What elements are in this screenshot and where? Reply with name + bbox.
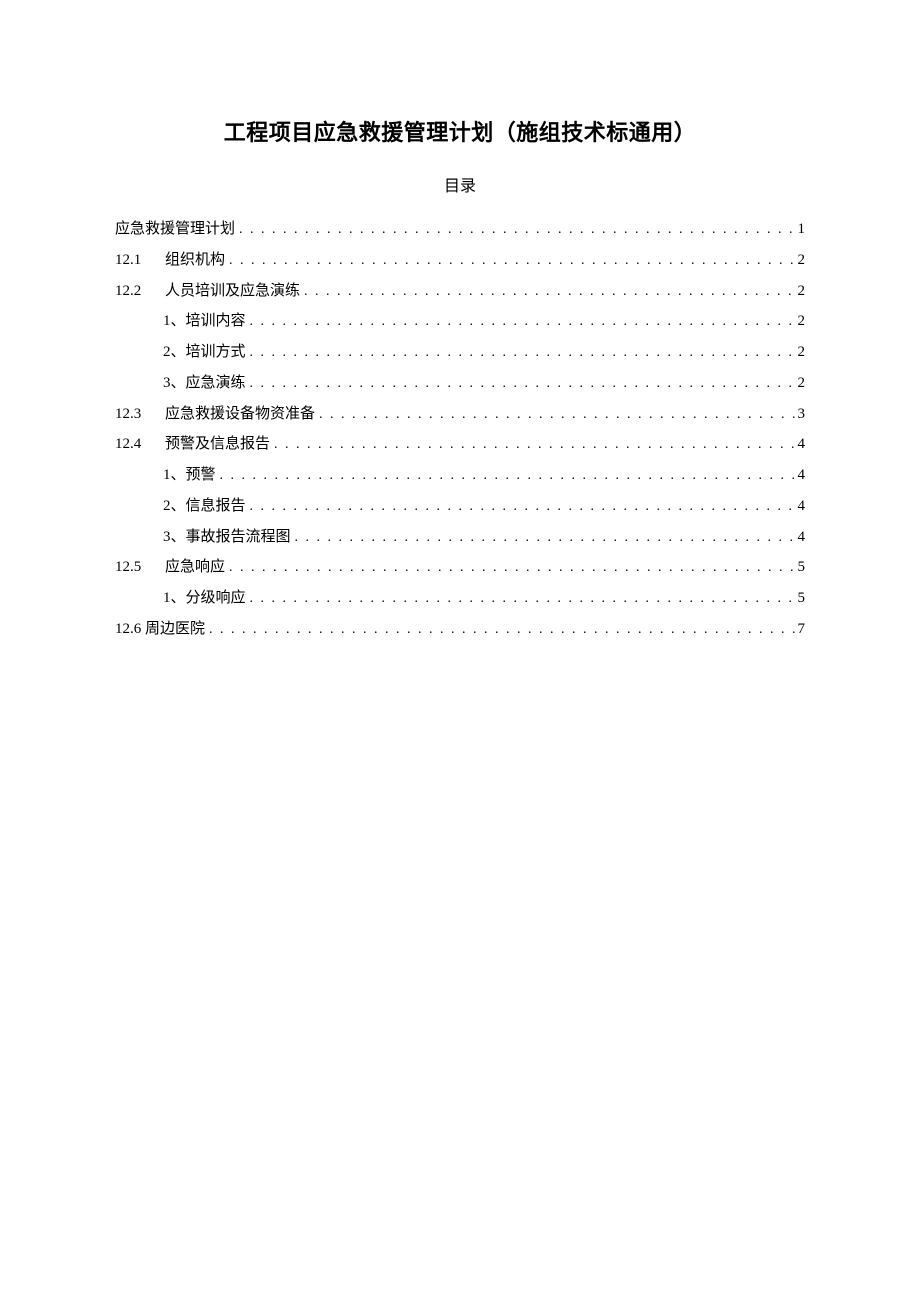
toc-entry-label: 12.3应急救援设备物资准备 <box>115 399 315 430</box>
toc-entry: 1、分级响应 5 <box>115 583 805 614</box>
toc-entry: 12.4预警及信息报告 4 <box>115 429 805 460</box>
toc-entry-label: 12.2人员培训及应急演练 <box>115 276 300 307</box>
toc-leader-dots <box>216 462 798 491</box>
toc-leader-dots <box>246 339 798 368</box>
toc-entry-number: 12.1 <box>115 245 165 276</box>
toc-entry: 12.5应急响应 5 <box>115 552 805 583</box>
toc-leader-dots <box>225 554 797 583</box>
toc-entry-label: 2、培训方式 <box>163 337 246 368</box>
toc-heading: 目录 <box>115 172 805 196</box>
toc-entry-label: 1、预警 <box>163 460 216 491</box>
toc-entry-page: 2 <box>798 306 806 337</box>
toc-entry: 1、预警 4 <box>115 460 805 491</box>
toc-entry-page: 4 <box>798 522 806 553</box>
toc-entry-page: 1 <box>798 214 806 245</box>
toc-leader-dots <box>300 278 797 307</box>
toc-entry-page: 2 <box>798 245 806 276</box>
toc-leader-dots <box>225 247 797 276</box>
toc-entry-number: 12.2 <box>115 276 165 307</box>
toc-entry-label: 12.6 周边医院 <box>115 614 205 645</box>
toc-leader-dots <box>246 308 798 337</box>
toc-entry: 1、培训内容 2 <box>115 306 805 337</box>
toc-entry-number: 12.3 <box>115 399 165 430</box>
toc-entry-page: 5 <box>798 552 806 583</box>
toc-entry: 12.3应急救援设备物资准备 3 <box>115 399 805 430</box>
toc-entry-label: 12.1组织机构 <box>115 245 225 276</box>
toc-leader-dots <box>315 401 797 430</box>
toc-entry-title: 应急响应 <box>165 559 225 575</box>
toc-entry-page: 4 <box>798 429 806 460</box>
toc-leader-dots <box>291 524 798 553</box>
toc-entry-page: 4 <box>798 460 806 491</box>
toc-entry-page: 2 <box>798 368 806 399</box>
toc-entry: 3、应急演练 2 <box>115 368 805 399</box>
toc-leader-dots <box>235 216 797 245</box>
table-of-contents: 应急救援管理计划112.1组织机构212.2人员培训及应急演练21、培训内容22… <box>115 214 805 645</box>
toc-leader-dots <box>246 370 798 399</box>
toc-leader-dots <box>205 616 797 645</box>
toc-leader-dots <box>246 493 798 522</box>
toc-entry-title: 预警及信息报告 <box>165 436 270 452</box>
toc-entry-label: 1、分级响应 <box>163 583 246 614</box>
toc-entry: 3、事故报告流程图 4 <box>115 522 805 553</box>
toc-entry-label: 2、信息报告 <box>163 491 246 522</box>
toc-entry: 2、信息报告 4 <box>115 491 805 522</box>
toc-entry-label: 3、事故报告流程图 <box>163 522 291 553</box>
toc-entry-title: 组织机构 <box>165 252 225 268</box>
toc-entry-page: 2 <box>798 276 806 307</box>
toc-entry-title: 应急救援设备物资准备 <box>165 406 315 422</box>
toc-entry-page: 2 <box>798 337 806 368</box>
toc-entry-label: 12.5应急响应 <box>115 552 225 583</box>
toc-entry-label: 应急救援管理计划 <box>115 214 235 245</box>
toc-entry-label: 1、培训内容 <box>163 306 246 337</box>
toc-entry: 12.2人员培训及应急演练 2 <box>115 276 805 307</box>
document-title: 工程项目应急救援管理计划（施组技术标通用） <box>115 115 805 147</box>
toc-entry-page: 5 <box>798 583 806 614</box>
toc-entry: 2、培训方式 2 <box>115 337 805 368</box>
toc-entry-page: 4 <box>798 491 806 522</box>
toc-entry-page: 7 <box>798 614 806 645</box>
toc-entry-title: 人员培训及应急演练 <box>165 283 300 299</box>
toc-entry: 12.6 周边医院 7 <box>115 614 805 645</box>
toc-entry-label: 3、应急演练 <box>163 368 246 399</box>
toc-entry-number: 12.5 <box>115 552 165 583</box>
toc-entry-number: 12.4 <box>115 429 165 460</box>
toc-entry: 应急救援管理计划 1 <box>115 214 805 245</box>
toc-entry-page: 3 <box>798 399 806 430</box>
toc-leader-dots <box>270 431 797 460</box>
toc-leader-dots <box>246 585 798 614</box>
toc-entry: 12.1组织机构 2 <box>115 245 805 276</box>
toc-entry-label: 12.4预警及信息报告 <box>115 429 270 460</box>
